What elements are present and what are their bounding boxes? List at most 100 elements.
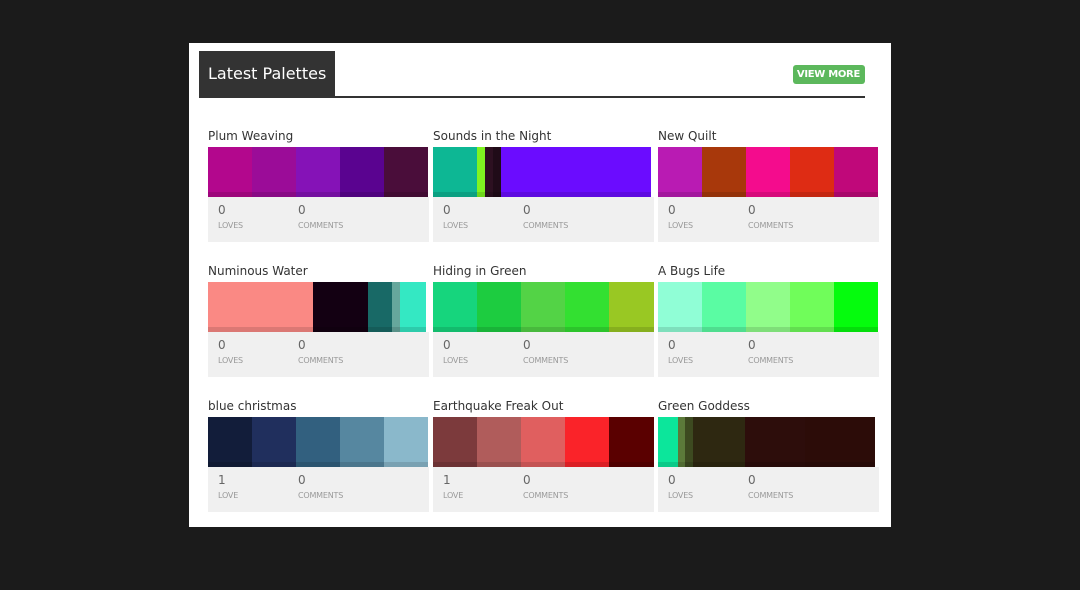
color-swatch[interactable]: [368, 282, 392, 332]
color-swatch[interactable]: [521, 417, 565, 467]
color-swatch[interactable]: [313, 282, 368, 332]
palette-card[interactable]: Green Goddess 0 LOVES 0 COMMENTS: [658, 398, 879, 516]
color-swatch[interactable]: [252, 147, 296, 197]
color-swatch[interactable]: [208, 282, 313, 332]
palette-stats: 1 LOVE 0 COMMENTS: [433, 467, 654, 512]
color-swatch[interactable]: [208, 417, 252, 467]
color-swatch[interactable]: [252, 417, 296, 467]
palette-card[interactable]: Sounds in the Night 0 LOVES 0 COMMENTS: [433, 128, 654, 246]
color-swatch[interactable]: [296, 417, 340, 467]
comments-count: 0: [298, 203, 306, 217]
palette-card[interactable]: Numinous Water 0 LOVES 0 COMMENTS: [208, 263, 429, 381]
palette-swatches[interactable]: [433, 417, 654, 467]
loves-label: LOVE: [218, 491, 239, 500]
comments-stat: 0 COMMENTS: [523, 203, 568, 230]
color-swatch[interactable]: [208, 147, 252, 197]
color-swatch[interactable]: [565, 417, 609, 467]
palette-swatches[interactable]: [658, 417, 875, 467]
comments-stat: 0 COMMENTS: [298, 203, 343, 230]
view-more-button[interactable]: VIEW MORE: [792, 65, 865, 84]
color-swatch[interactable]: [477, 147, 485, 197]
comments-label: COMMENTS: [748, 491, 794, 500]
color-swatch[interactable]: [565, 282, 609, 332]
palette-card[interactable]: Plum Weaving 0 LOVES 0 COMMENTS: [208, 128, 429, 246]
palette-stats: 0 LOVES 0 COMMENTS: [433, 332, 654, 377]
color-swatch[interactable]: [834, 147, 878, 197]
color-swatch[interactable]: [745, 417, 805, 467]
color-swatch[interactable]: [340, 147, 384, 197]
color-swatch[interactable]: [609, 417, 654, 467]
color-swatch[interactable]: [296, 147, 340, 197]
color-swatch[interactable]: [702, 147, 746, 197]
color-swatch[interactable]: [693, 417, 745, 467]
comments-count: 0: [523, 473, 531, 487]
palette-name-link[interactable]: Sounds in the Night: [433, 128, 551, 144]
comments-count: 0: [748, 473, 756, 487]
palette-card[interactable]: blue christmas 1 LOVE 0 COMMENTS: [208, 398, 429, 516]
comments-stat: 0 COMMENTS: [748, 473, 793, 500]
color-swatch[interactable]: [790, 282, 834, 332]
comments-count: 0: [523, 203, 531, 217]
palette-swatches[interactable]: [658, 282, 878, 332]
color-swatch[interactable]: [834, 282, 878, 332]
palette-name-link[interactable]: Earthquake Freak Out: [433, 398, 563, 414]
color-swatch[interactable]: [609, 282, 654, 332]
palette-stats: 0 LOVES 0 COMMENTS: [208, 197, 429, 242]
palette-swatches[interactable]: [208, 282, 426, 332]
palette-card[interactable]: A Bugs Life 0 LOVES 0 COMMENTS: [658, 263, 879, 381]
color-swatch[interactable]: [685, 417, 693, 467]
latest-palettes-panel: Latest Palettes VIEW MORE Plum Weaving 0 L…: [189, 43, 891, 527]
color-swatch[interactable]: [485, 147, 493, 197]
palette-card[interactable]: New Quilt 0 LOVES 0 COMMENTS: [658, 128, 879, 246]
palette-stats: 0 LOVES 0 COMMENTS: [658, 197, 879, 242]
palette-card[interactable]: Earthquake Freak Out 1 LOVE 0 COMMENTS: [433, 398, 654, 516]
palette-name-link[interactable]: Hiding in Green: [433, 263, 526, 279]
color-swatch[interactable]: [746, 147, 790, 197]
color-swatch[interactable]: [433, 282, 477, 332]
color-swatch[interactable]: [477, 282, 521, 332]
palette-swatches[interactable]: [433, 282, 654, 332]
loves-count: 0: [668, 203, 676, 217]
color-swatch[interactable]: [477, 417, 521, 467]
color-swatch[interactable]: [433, 147, 477, 197]
palette-swatches[interactable]: [433, 147, 651, 197]
color-swatch[interactable]: [658, 417, 678, 467]
color-swatch[interactable]: [678, 417, 685, 467]
comments-stat: 0 COMMENTS: [523, 473, 568, 500]
palette-name-link[interactable]: blue christmas: [208, 398, 296, 414]
palette-stats: 0 LOVES 0 COMMENTS: [658, 467, 879, 512]
color-swatch[interactable]: [702, 282, 746, 332]
color-swatch[interactable]: [658, 147, 702, 197]
color-swatch[interactable]: [392, 282, 400, 332]
loves-count: 0: [218, 338, 226, 352]
palette-swatches[interactable]: [208, 147, 428, 197]
palette-swatches[interactable]: [208, 417, 428, 467]
palette-swatches[interactable]: [658, 147, 878, 197]
comments-stat: 0 COMMENTS: [298, 338, 343, 365]
color-swatch[interactable]: [746, 282, 790, 332]
palette-name-link[interactable]: Plum Weaving: [208, 128, 293, 144]
loves-label: LOVES: [443, 356, 468, 365]
comments-label: COMMENTS: [298, 491, 344, 500]
palette-name-link[interactable]: Green Goddess: [658, 398, 750, 414]
color-swatch[interactable]: [658, 282, 702, 332]
palette-name-link[interactable]: New Quilt: [658, 128, 716, 144]
color-swatch[interactable]: [521, 282, 565, 332]
loves-stat: 0 LOVES: [668, 203, 693, 230]
color-swatch[interactable]: [433, 417, 477, 467]
palette-name-link[interactable]: Numinous Water: [208, 263, 308, 279]
palette-name-link[interactable]: A Bugs Life: [658, 263, 725, 279]
color-swatch[interactable]: [400, 282, 426, 332]
color-swatch[interactable]: [384, 147, 428, 197]
color-swatch[interactable]: [340, 417, 384, 467]
section-header: Latest Palettes VIEW MORE: [199, 51, 865, 98]
palette-card[interactable]: Hiding in Green 0 LOVES 0 COMMENTS: [433, 263, 654, 381]
color-swatch[interactable]: [493, 147, 501, 197]
color-swatch[interactable]: [384, 417, 428, 467]
color-swatch[interactable]: [790, 147, 834, 197]
color-swatch[interactable]: [805, 417, 875, 467]
loves-stat: 1 LOVE: [218, 473, 238, 500]
loves-label: LOVE: [443, 491, 464, 500]
loves-count: 0: [668, 473, 676, 487]
color-swatch[interactable]: [501, 147, 651, 197]
